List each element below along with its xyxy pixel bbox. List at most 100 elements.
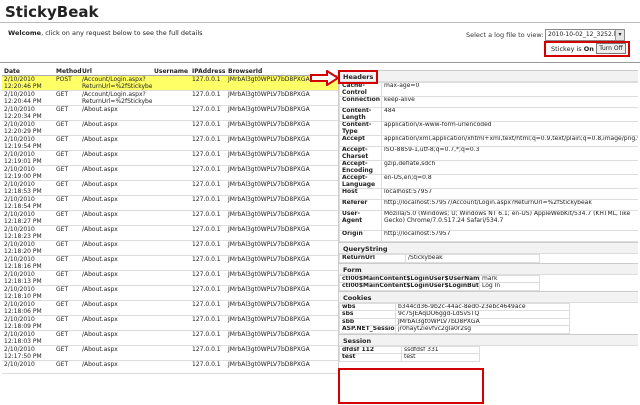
request-url-link[interactable]: /About.aspx xyxy=(80,240,152,256)
request-url-link[interactable]: /About.aspx xyxy=(80,180,152,196)
request-username xyxy=(152,345,190,361)
request-browser-id: JMrbAl3gt0WPLV7bD8PXGA xyxy=(226,315,340,331)
column-header-ipaddress[interactable]: IPAddress xyxy=(190,65,226,76)
session-row: dfdsf 112 ssdfdsf 331 xyxy=(339,345,480,354)
request-row[interactable]: 2/10/2010 12:18:03 PM GET/About.aspx 127.0… xyxy=(2,330,340,346)
session-row-key: dfdsf 112 xyxy=(339,345,402,354)
request-row[interactable]: 2/10/2010 12:20:46 PM POST/Account/Login.… xyxy=(2,75,340,91)
log-file-value: 2010-10-02_12_3252.log xyxy=(548,31,623,38)
column-header-date[interactable]: Date xyxy=(2,65,54,76)
request-row[interactable]: 2/10/2010 12:19:01 PM GET/About.aspx 127.0… xyxy=(2,150,340,166)
request-url-link[interactable]: /About.aspx xyxy=(80,135,152,151)
column-header-method[interactable]: Method xyxy=(54,65,82,76)
app-title: StickyBeak xyxy=(5,3,99,21)
request-date: 2/10/2010 12:18:10 PM xyxy=(2,285,54,301)
request-browser-id: JMrbAl3gt0WPLV7bD8PXGA xyxy=(226,210,340,226)
request-row[interactable]: 2/10/2010 12:20:29 PM GET/About.aspx 127.0… xyxy=(2,120,340,136)
request-url-link[interactable]: /About.aspx xyxy=(80,195,152,211)
request-row[interactable]: 2/10/2010 12:20:44 PM GET/Account/Login.a… xyxy=(2,90,340,106)
request-method: GET xyxy=(54,330,80,346)
request-url-link[interactable]: /About.aspx xyxy=(80,225,152,241)
request-url-link[interactable]: /About.aspx xyxy=(80,105,152,121)
request-url-link[interactable]: /About.aspx xyxy=(80,165,152,181)
column-header-username[interactable]: Username xyxy=(152,65,190,76)
cookie-row-value: 9c7SJEAqDU6ggd-LdSvSTQ xyxy=(395,310,570,319)
request-url-link[interactable]: /About.aspx xyxy=(80,285,152,301)
request-browser-id: JMrbAl3gt0WPLV7bD8PXGA xyxy=(226,90,340,106)
request-url-link[interactable]: /About.aspx xyxy=(80,300,152,316)
request-row[interactable]: 2/10/2010 12:18:20 PM GET/About.aspx 127.0… xyxy=(2,240,340,256)
header-row: Origin http://localhost:57957 xyxy=(339,230,638,242)
request-url-link[interactable]: /About.aspx xyxy=(80,120,152,136)
request-url-link[interactable]: /Account/Login.aspx?ReturnUrl=%2fStickyb… xyxy=(80,75,152,91)
form-row: ctl00$MainContent$LoginUser$LoginButton L… xyxy=(339,282,540,291)
welcome-message: Welcome, click on any request below to s… xyxy=(8,29,203,37)
request-row[interactable]: 2/10/2010 12:18:23 PM GET/About.aspx 127.0… xyxy=(2,225,340,241)
header-row-key: Accept-Encoding xyxy=(339,160,382,175)
request-url-link[interactable]: /About.aspx xyxy=(80,210,152,226)
request-method: GET xyxy=(54,225,80,241)
request-browser-id: JMrbAl3gt0WPLV7bD8PXGA xyxy=(226,300,340,316)
header-row-value: http://localhost:57957 xyxy=(381,230,638,242)
request-row[interactable]: 2/10/2010 12:19:00 PM GET/About.aspx 127.0… xyxy=(2,165,340,181)
header-row-value: gzip,deflate,sdch xyxy=(381,160,638,175)
request-browser-id: JMrbAl3gt0WPLV7bD8PXGA xyxy=(226,120,340,136)
request-ip: 127.0.0.1 xyxy=(190,135,226,151)
cookie-row-key: sbb xyxy=(339,317,396,326)
log-file-select[interactable]: 2010-10-02_12_3252.log ▾ xyxy=(545,29,625,41)
request-ip: 127.0.0.1 xyxy=(190,165,226,181)
request-row[interactable]: 2/10/2010 12:18:13 PM GET/About.aspx 127.0… xyxy=(2,270,340,286)
request-username xyxy=(152,120,190,136)
request-row[interactable]: 2/10/2010 12:19:54 PM GET/About.aspx 127.0… xyxy=(2,135,340,151)
request-url-link[interactable]: /About.aspx xyxy=(80,360,152,375)
request-row[interactable]: 2/10/2010 12:18:06 PM GET/About.aspx 127.0… xyxy=(2,300,340,316)
request-method: GET xyxy=(54,210,80,226)
request-method: GET xyxy=(54,285,80,301)
request-method: GET xyxy=(54,300,80,316)
header-row-key: Origin xyxy=(339,230,382,242)
request-date: 2/10/2010 12:18:16 PM xyxy=(2,255,54,271)
request-row[interactable]: 2/10/2010 12:18:27 PM GET/About.aspx 127.0… xyxy=(2,210,340,226)
request-url-link[interactable]: /Account/Login.aspx?ReturnUrl=%2fStickyb… xyxy=(80,90,152,106)
request-row[interactable]: 2/10/2010 12:20:34 PM GET/About.aspx 127.0… xyxy=(2,105,340,121)
chevron-down-icon[interactable]: ▾ xyxy=(615,30,624,40)
request-browser-id: JMrbAl3gt0WPLV7bD8PXGA xyxy=(226,135,340,151)
request-date: 2/10/2010 12:18:20 PM xyxy=(2,240,54,256)
querystring-row-value: /Stickybeak xyxy=(405,254,540,263)
request-url-link[interactable]: /About.aspx xyxy=(80,315,152,331)
request-browser-id: JMrbAl3gt0WPLV7bD8PXGA xyxy=(226,330,340,346)
request-row[interactable]: 2/10/2010 12:18:16 PM GET/About.aspx 127.0… xyxy=(2,255,340,271)
header-row-key: Host xyxy=(339,188,382,200)
request-url-link[interactable]: /About.aspx xyxy=(80,150,152,166)
request-username xyxy=(152,135,190,151)
column-header-url[interactable]: Url xyxy=(80,65,152,76)
request-row[interactable]: 2/10/2010 GET/About.aspx 127.0.0.1 JMrbAl3g… xyxy=(2,360,340,375)
request-method: GET xyxy=(54,120,80,136)
request-row[interactable]: 2/10/2010 12:18:53 PM GET/About.aspx 127.0… xyxy=(2,180,340,196)
header-row: Accept application/xml,application/xhtml+… xyxy=(339,135,638,147)
request-row[interactable]: 2/10/2010 12:18:09 PM GET/About.aspx 127.0… xyxy=(2,315,340,331)
request-url-link[interactable]: /About.aspx xyxy=(80,345,152,361)
header-row: Connection keep-alive xyxy=(339,96,638,108)
request-row[interactable]: 2/10/2010 12:17:50 PM GET/About.aspx 127.0… xyxy=(2,345,340,361)
request-row[interactable]: 2/10/2010 12:18:54 PM GET/About.aspx 127.0… xyxy=(2,195,340,211)
request-date: 2/10/2010 12:20:46 PM xyxy=(2,75,54,91)
form-row-value: mark xyxy=(479,274,540,283)
form-row-key: ctl00$MainContent$LoginUser$LoginButton xyxy=(339,282,480,291)
header-row-key: Cache-Control xyxy=(339,82,382,97)
request-date: 2/10/2010 12:18:06 PM xyxy=(2,300,54,316)
request-url-link[interactable]: /About.aspx xyxy=(80,330,152,346)
turn-off-button[interactable]: Turn Off xyxy=(596,43,626,54)
headers-annotation-box xyxy=(338,70,378,84)
cookie-row-value: jr0hayt2ievfvc2gla0r2sg xyxy=(395,325,570,334)
request-method: GET xyxy=(54,315,80,331)
request-row[interactable]: 2/10/2010 12:18:10 PM GET/About.aspx 127.0… xyxy=(2,285,340,301)
request-url-link[interactable]: /About.aspx xyxy=(80,270,152,286)
request-method: GET xyxy=(54,105,80,121)
session-table: dfdsf 112 ssdfdsf 331 test test xyxy=(339,345,480,362)
header-row: Referer http://localhost:57957/Account/Lo… xyxy=(339,199,638,211)
header-row-value: http://localhost:57957/Account/Login.asp… xyxy=(381,199,638,211)
request-ip: 127.0.0.1 xyxy=(190,150,226,166)
request-url-link[interactable]: /About.aspx xyxy=(80,255,152,271)
request-date: 2/10/2010 12:18:23 PM xyxy=(2,225,54,241)
